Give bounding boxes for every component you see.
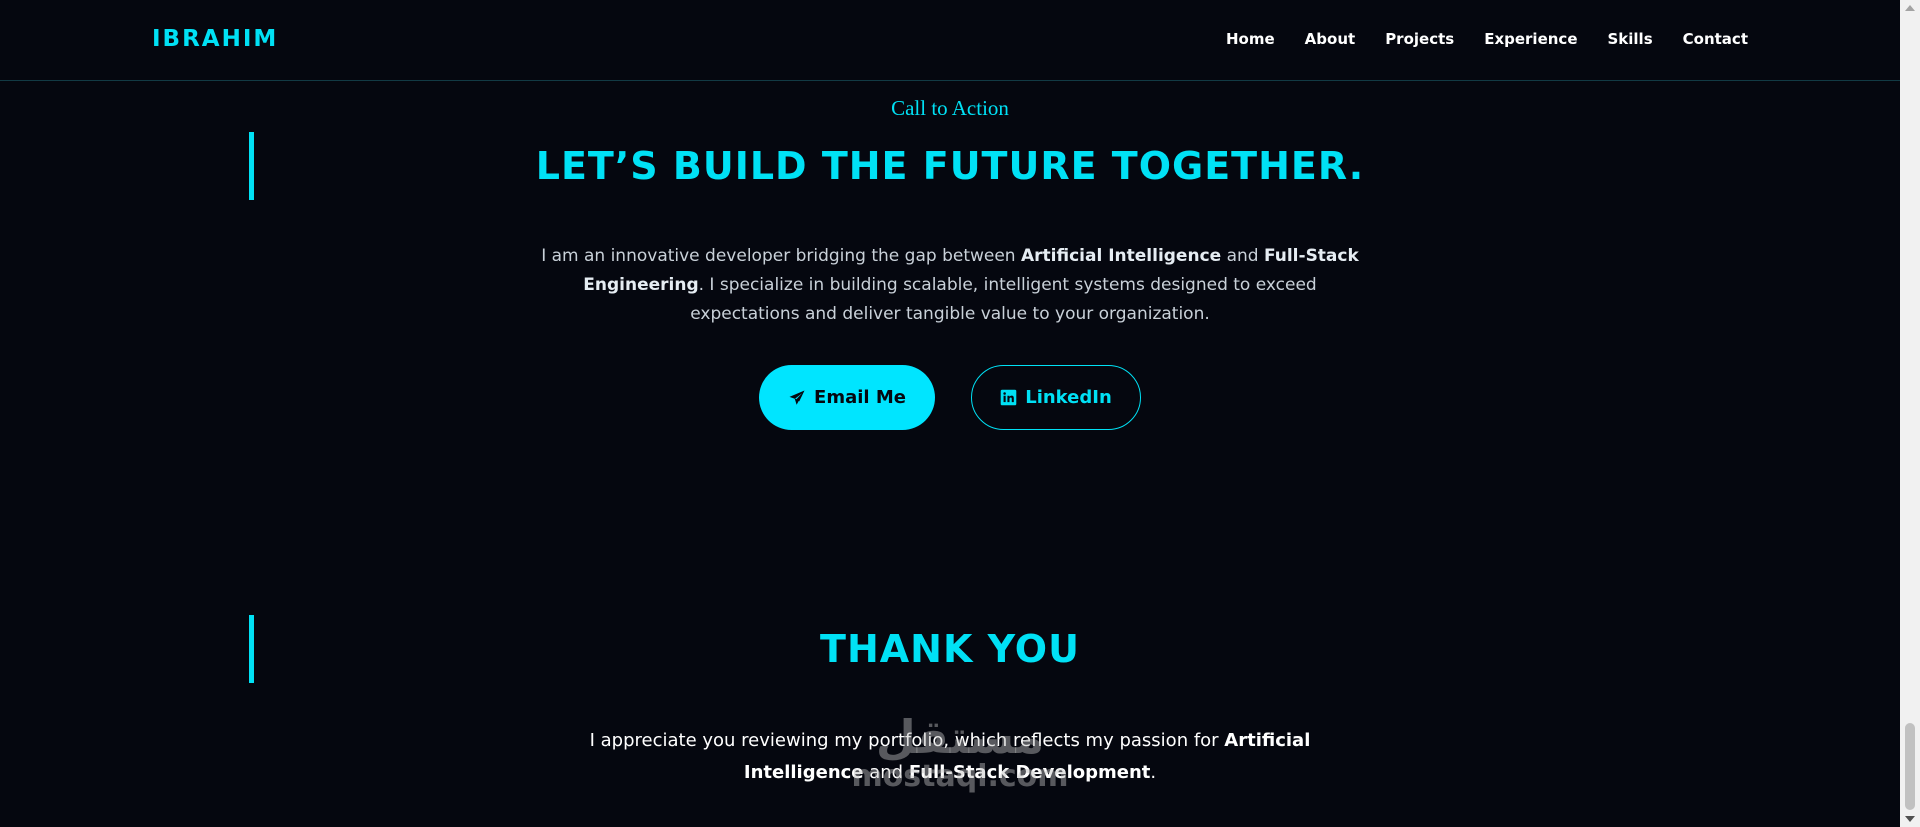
thanks-description: I appreciate you reviewing my portfolio,… xyxy=(530,725,1370,789)
thanks-text-part: . xyxy=(1150,762,1157,783)
scroll-down-arrow-icon[interactable] xyxy=(1905,816,1915,822)
paper-plane-icon xyxy=(788,389,806,407)
nav-link-skills[interactable]: Skills xyxy=(1608,30,1653,48)
cta-eyebrow: Call to Action xyxy=(891,96,1009,120)
thanks-title: THANK YOU xyxy=(820,627,1080,671)
cta-text-part: . I specialize in building scalable, int… xyxy=(690,275,1317,324)
cta-bold-ai: Artificial Intelligence xyxy=(1020,246,1222,266)
nav-link-home[interactable]: Home xyxy=(1226,30,1275,48)
scroll-up-arrow-icon[interactable] xyxy=(1905,5,1915,11)
linkedin-label: LinkedIn xyxy=(1025,387,1112,408)
cta-title: LET’S BUILD THE FUTURE TOGETHER. xyxy=(535,144,1365,188)
email-me-button[interactable]: Email Me xyxy=(759,365,935,430)
cta-description: I am an innovative developer bridging th… xyxy=(530,242,1370,329)
nav-link-contact[interactable]: Contact xyxy=(1683,30,1748,48)
scroll-thumb[interactable] xyxy=(1905,723,1915,810)
page-scrollbar[interactable] xyxy=(1900,0,1920,827)
cta-text-part: and xyxy=(1221,246,1264,266)
thanks-text-part: I appreciate you reviewing my portfolio,… xyxy=(589,730,1225,751)
nav-link-experience[interactable]: Experience xyxy=(1484,30,1577,48)
cta-text-part: I am an innovative developer bridging th… xyxy=(541,246,1021,266)
thanks-text-part: and xyxy=(863,762,909,783)
site-logo[interactable]: IBRAHIM xyxy=(152,26,278,52)
nav-link-projects[interactable]: Projects xyxy=(1385,30,1454,48)
page: IBRAHIM Home About Projects Experience S… xyxy=(0,0,1920,827)
linkedin-icon xyxy=(1000,389,1017,406)
nav-link-about[interactable]: About xyxy=(1305,30,1356,48)
navbar: IBRAHIM Home About Projects Experience S… xyxy=(0,0,1900,81)
email-me-label: Email Me xyxy=(814,387,906,408)
nav-menu: Home About Projects Experience Skills Co… xyxy=(1226,30,1748,48)
linkedin-button[interactable]: LinkedIn xyxy=(971,365,1141,430)
thanks-bold-fullstack: Full-Stack Development xyxy=(908,762,1151,783)
